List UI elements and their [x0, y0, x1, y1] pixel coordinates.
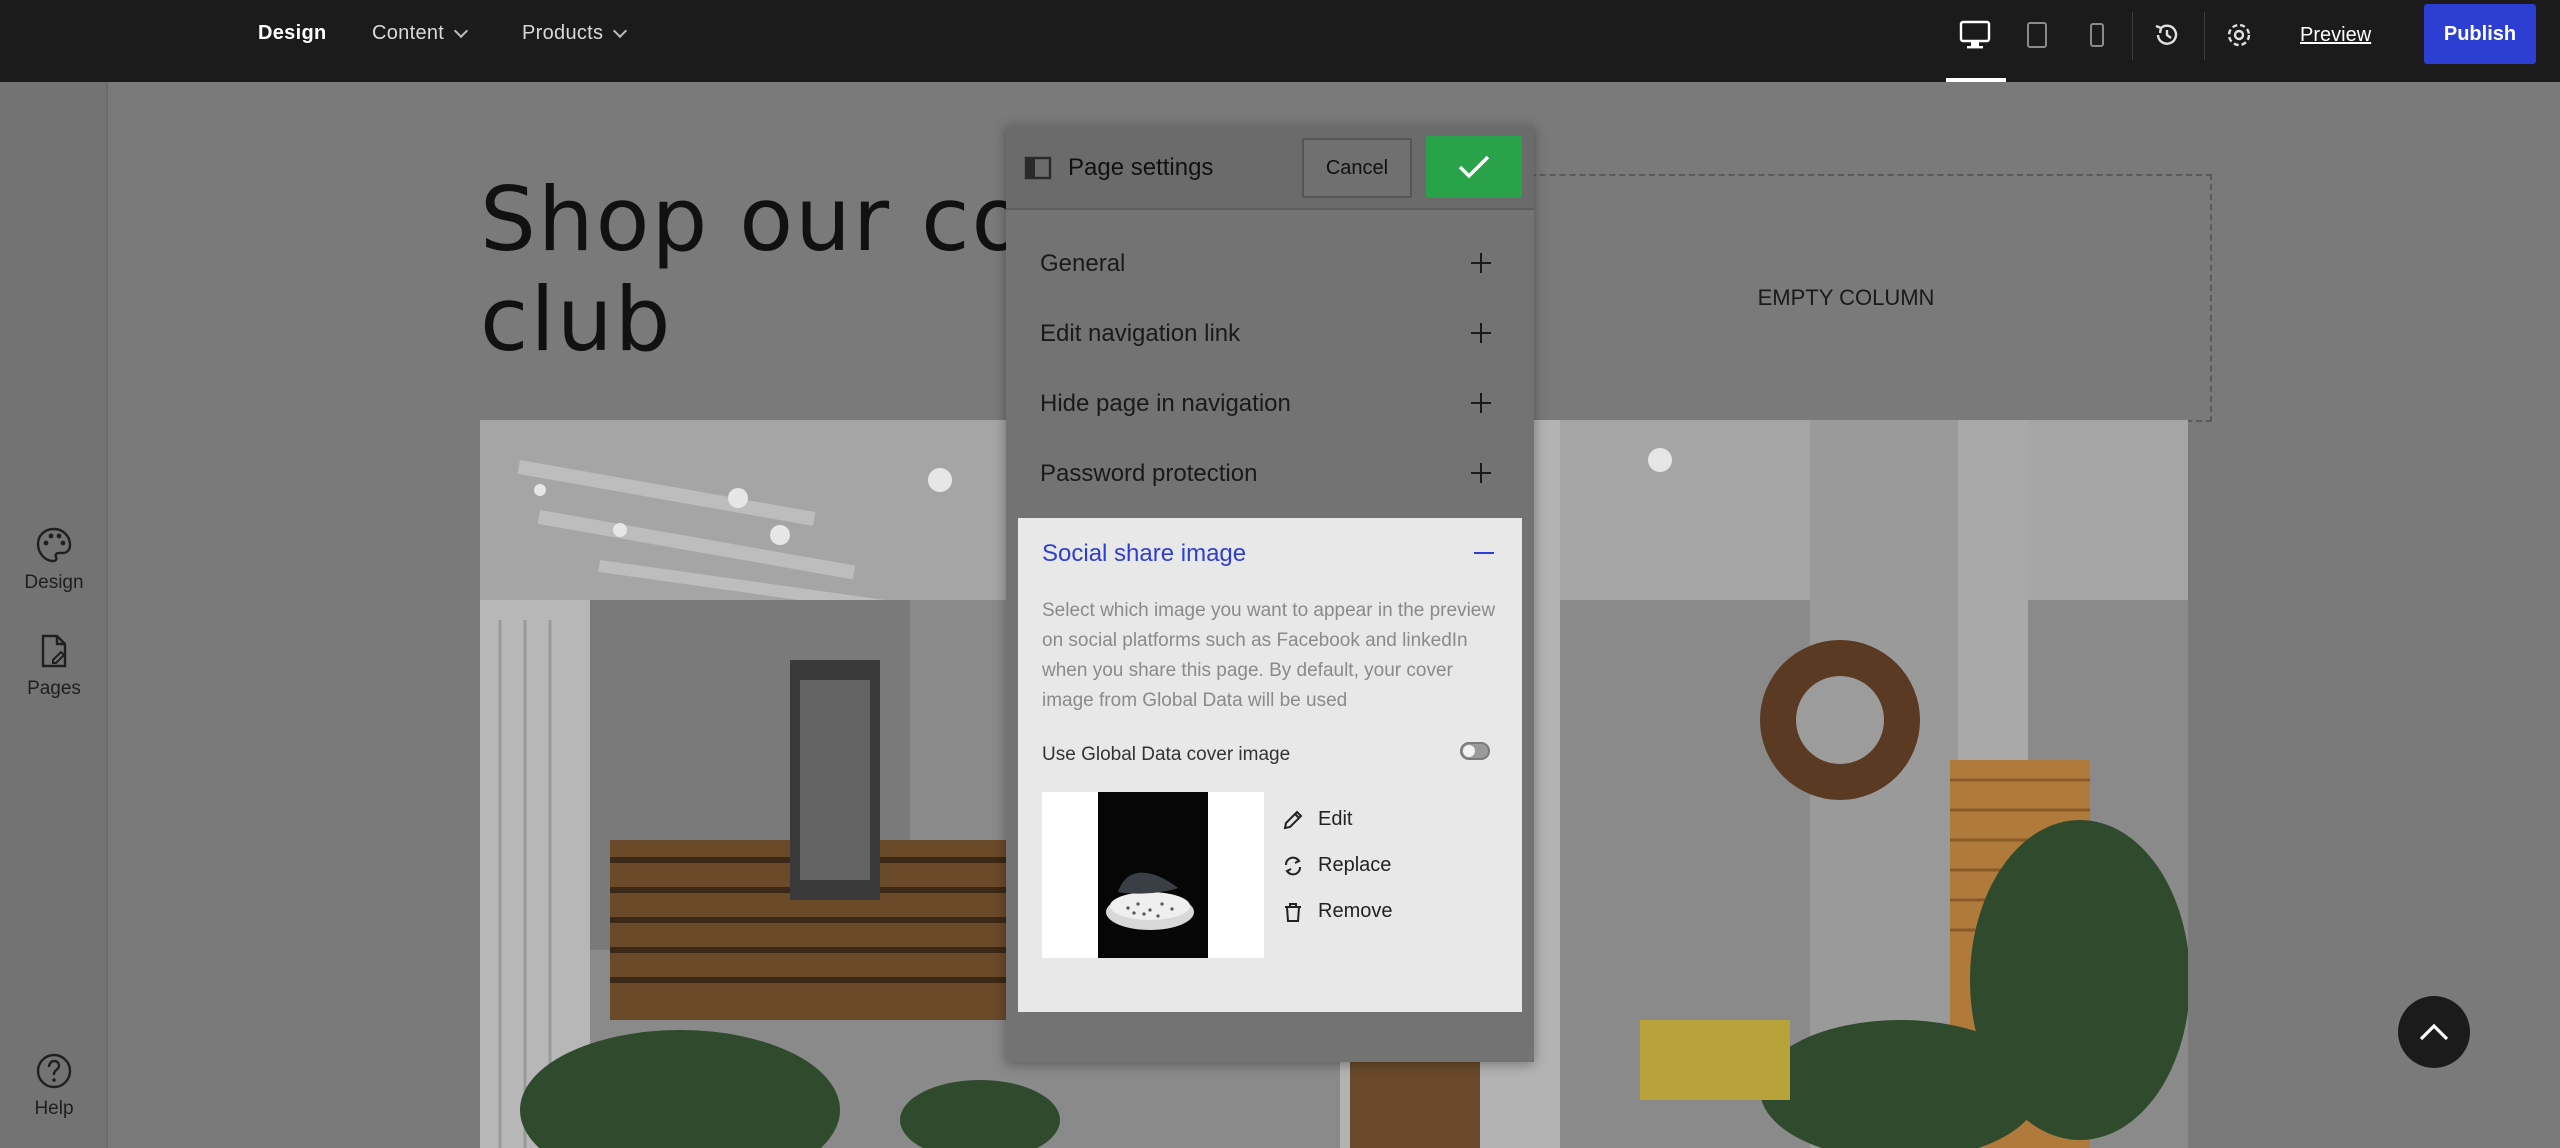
confirm-button[interactable] [1426, 136, 1522, 198]
nav-content-label: Content [372, 22, 445, 44]
rail-pages-label: Pages [27, 678, 81, 699]
nav-design-label: Design [258, 22, 327, 44]
scroll-to-top-button[interactable] [2398, 996, 2470, 1068]
pages-icon [41, 634, 67, 668]
nav-products-label: Products [522, 22, 604, 44]
rail-design[interactable]: Design [0, 526, 108, 594]
section-hide-page[interactable]: Hide page in navigation [1006, 368, 1534, 438]
page-heading-line-1: Shop our cof [480, 168, 1061, 271]
nav-products[interactable]: Products [522, 22, 628, 45]
left-rail: Design Pages Help [0, 82, 108, 1148]
rail-design-label: Design [24, 572, 84, 593]
cancel-button[interactable]: Cancel [1302, 138, 1412, 198]
replace-image-action[interactable]: Replace [1282, 854, 1391, 877]
plus-icon [1468, 460, 1494, 486]
remove-image-action[interactable]: Remove [1282, 900, 1392, 923]
tablet-icon[interactable] [2020, 18, 2054, 52]
modal-header: Page settings Cancel [1006, 126, 1534, 210]
section-social-share-label: Social share image [1042, 540, 1247, 567]
mobile-icon[interactable] [2080, 18, 2114, 52]
replace-icon [1285, 856, 1301, 875]
section-general[interactable]: General [1006, 228, 1534, 298]
remove-image-label: Remove [1318, 900, 1393, 922]
rail-help[interactable]: Help [0, 1052, 108, 1120]
trash-icon [1285, 902, 1301, 922]
panel-icon [1024, 156, 1052, 180]
bowl-image-thumbnail [1098, 792, 1208, 958]
section-social-share-header[interactable]: Social share image [1018, 518, 1522, 588]
social-share-panel: Social share image Select which image yo… [1018, 518, 1522, 1012]
publish-button[interactable]: Publish [2424, 4, 2536, 64]
minus-icon [1474, 552, 1494, 554]
history-icon[interactable] [2150, 18, 2184, 52]
chevron-down-icon [613, 23, 628, 38]
section-hide-page-label: Hide page in navigation [1040, 390, 1291, 417]
plus-icon [1468, 320, 1494, 346]
settings-icon[interactable] [2222, 18, 2256, 52]
nav-content[interactable]: Content [372, 22, 469, 45]
pencil-icon [1283, 810, 1303, 829]
toolbar-divider [2204, 12, 2205, 60]
section-general-label: General [1040, 250, 1126, 277]
page-heading-line-2: club [480, 268, 673, 371]
toolbar-divider [2132, 12, 2133, 60]
page-heading[interactable]: Shop our cof club [480, 170, 1060, 370]
top-toolbar: Design Content Products Preview Publish [0, 0, 2560, 82]
section-edit-navigation-link-label: Edit navigation link [1040, 320, 1241, 347]
edit-image-label: Edit [1318, 808, 1353, 830]
chevron-up-icon [2419, 1023, 2449, 1041]
section-password-protection-label: Password protection [1040, 460, 1258, 487]
rail-pages[interactable]: Pages [0, 632, 108, 700]
desktop-icon[interactable] [1958, 18, 1992, 52]
page-settings-modal: Page settings Cancel General Edit naviga… [1006, 126, 1534, 1062]
social-image-preview [1042, 792, 1264, 958]
global-cover-toggle[interactable] [1460, 742, 1490, 760]
nav-design[interactable]: Design [258, 22, 326, 45]
plus-icon [1468, 390, 1494, 416]
rail-help-label: Help [34, 1098, 74, 1119]
active-device-indicator [1946, 78, 2006, 82]
section-edit-navigation-link[interactable]: Edit navigation link [1006, 298, 1534, 368]
social-share-description: Select which image you want to appear in… [1042, 600, 1496, 711]
replace-image-label: Replace [1318, 854, 1392, 876]
plus-icon [1468, 250, 1494, 276]
chevron-down-icon [454, 23, 469, 38]
edit-image-action[interactable]: Edit [1282, 808, 1352, 831]
help-icon [36, 1053, 72, 1089]
global-cover-toggle-label: Use Global Data cover image [1042, 744, 1291, 765]
empty-column-label: EMPTY COLUMN [1757, 285, 1935, 310]
preview-link[interactable]: Preview [2300, 24, 2371, 47]
checkmark-icon [1458, 155, 1490, 179]
modal-title: Page settings [1068, 154, 1214, 181]
empty-column-placeholder[interactable]: EMPTY COLUMN [1480, 174, 2212, 422]
palette-icon [36, 527, 72, 563]
section-password-protection[interactable]: Password protection [1006, 438, 1534, 508]
